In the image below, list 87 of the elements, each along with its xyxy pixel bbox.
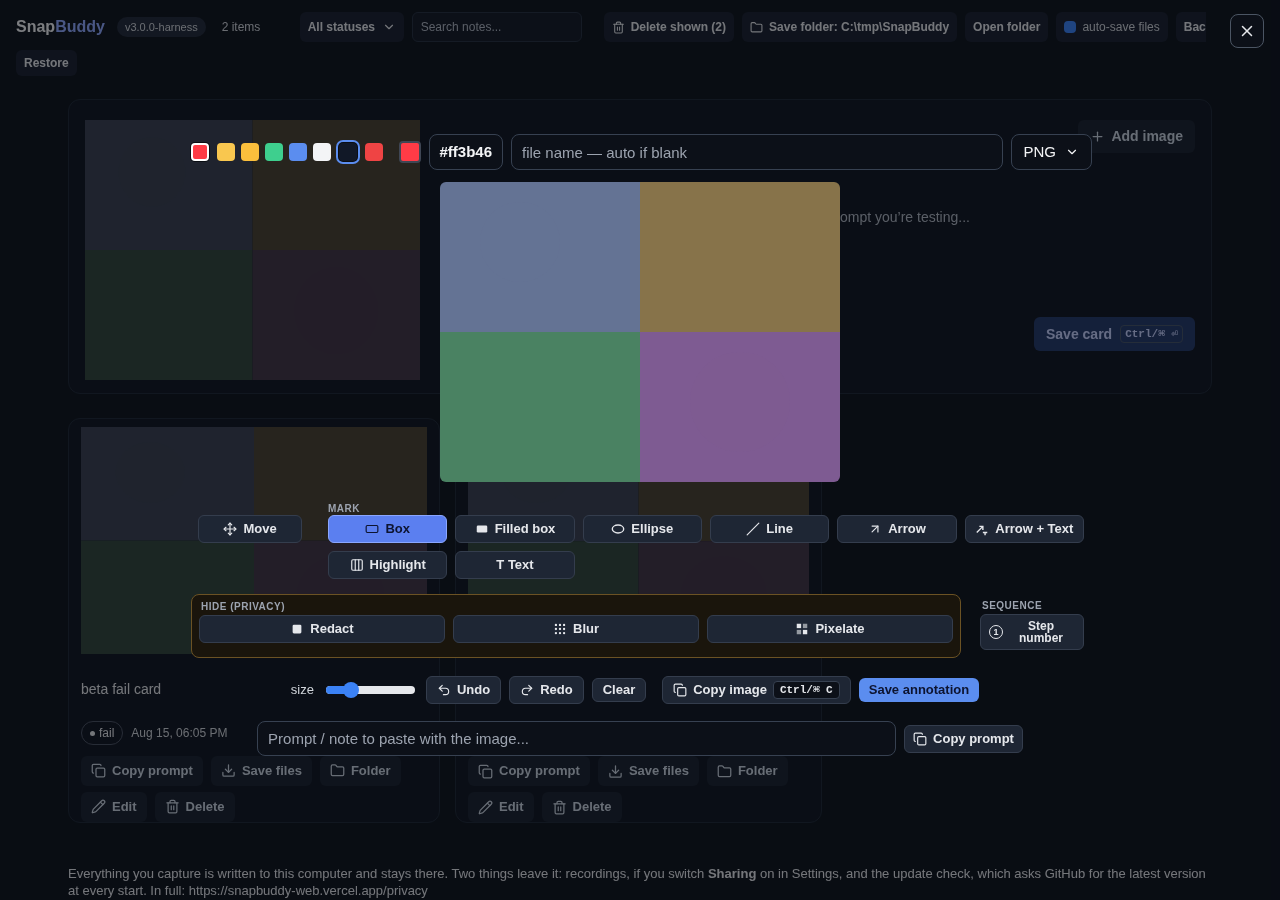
pencil-icon: [91, 799, 106, 815]
color-swatch[interactable]: [338, 143, 357, 161]
delete-shown-button[interactable]: Delete shown (2): [603, 12, 735, 42]
redo-button[interactable]: Redo: [509, 676, 584, 704]
file-name-field[interactable]: file name — auto if blank: [511, 134, 1003, 170]
close-button[interactable]: [1230, 14, 1264, 48]
add-image-button[interactable]: Add image: [1078, 120, 1195, 153]
tool-button[interactable]: Arrow: [837, 515, 957, 543]
pencil-icon: [478, 799, 493, 815]
undo-button[interactable]: Undo: [425, 676, 502, 704]
tool-button[interactable]: Line: [710, 515, 830, 543]
checkbox[interactable]: [1064, 21, 1077, 33]
tool-button[interactable]: Redact: [199, 615, 445, 643]
copy-image-button[interactable]: Copy image Ctrl/⌘ C: [662, 676, 851, 704]
current-color-swatch[interactable]: [398, 141, 421, 163]
trash-icon: [611, 20, 625, 34]
tool-button[interactable]: Filled box: [455, 515, 575, 543]
card-action-button[interactable]: Save files: [210, 756, 312, 786]
columns-icon: [349, 558, 364, 572]
folder-icon: [716, 763, 732, 779]
plus-icon: [1090, 129, 1106, 144]
section-heading: HIDE (PRIVACY): [201, 600, 287, 613]
copy-icon: [91, 763, 106, 779]
size-label: size: [290, 681, 314, 700]
version-badge: v3.0.0-harness: [116, 17, 206, 37]
step-number-button[interactable]: 1 Step number: [980, 614, 1084, 650]
download-icon: [607, 763, 623, 779]
card-date: Aug 15, 06:05 PM: [131, 725, 228, 743]
hex-field[interactable]: #ff3b46: [428, 134, 504, 170]
search-field[interactable]: Search notes...: [411, 12, 582, 42]
card-action-button[interactable]: Copy prompt: [468, 756, 590, 786]
status-filter[interactable]: All statuses: [299, 12, 404, 42]
tool-button[interactable]: Blur: [453, 615, 699, 643]
privacy-link[interactable]: https://snapbuddy-web.vercel.app/privacy: [188, 883, 428, 898]
save-folder-button[interactable]: Save folder: C:\tmp\SnapBuddy: [742, 12, 958, 42]
clear-button[interactable]: Clear: [591, 678, 647, 702]
shortcut-key: Ctrl/⌘ C: [772, 680, 840, 700]
section-heading: MARK: [328, 502, 361, 515]
tool-button[interactable]: Highlight: [328, 551, 448, 579]
folder-icon: [329, 763, 345, 779]
card-action-button[interactable]: Copy prompt: [81, 756, 203, 786]
undo-icon: [436, 683, 451, 697]
save-annotation-button[interactable]: Save annotation: [858, 678, 980, 702]
card-action-button[interactable]: Edit: [468, 792, 534, 822]
redo-icon: [520, 683, 535, 697]
pixel-squares-icon: [795, 622, 810, 636]
folder-icon: [750, 20, 764, 34]
prompt-field[interactable]: Prompt / note to paste with the image...: [257, 721, 897, 756]
section-heading: SEQUENCE: [982, 599, 1044, 612]
shortcut-key: Ctrl/⌘ ⏎: [1120, 324, 1183, 344]
tool-button[interactable]: Box: [328, 515, 448, 543]
tool-button[interactable]: T Text: [455, 551, 575, 579]
card-action-button[interactable]: Save files: [597, 756, 699, 786]
card-action-button[interactable]: Folder: [706, 756, 788, 786]
card-action-button[interactable]: Delete: [154, 792, 235, 822]
auto-save-toggle[interactable]: auto-save files: [1056, 12, 1168, 42]
trash-icon: [164, 799, 180, 815]
format-select[interactable]: PNG: [1010, 134, 1092, 170]
tool-button[interactable]: Pixelate: [707, 615, 953, 643]
privacy-notice: Everything you capture is written to this computer and stays there. Two things leave it: recordings, if you switch Sharing on in Settings, and the update check, which asks GitHub for the latest version at every start. In full: https://snapbuddy-web.vercel.app/privacy: [68, 865, 1207, 899]
download-icon: [220, 763, 236, 779]
rectangle-icon: [365, 522, 380, 536]
tool-button[interactable]: Ellipse: [582, 515, 702, 543]
backup-button[interactable]: Bac: [1175, 12, 1206, 42]
save-card-button[interactable]: Save card Ctrl/⌘ ⏎: [1033, 317, 1195, 351]
tool-button[interactable]: Arrow + Text: [964, 515, 1084, 543]
prompt-field[interactable]: ompt you’re testing...: [840, 207, 1020, 228]
copy-icon: [673, 683, 688, 697]
color-swatch[interactable]: [190, 143, 209, 161]
copy-icon: [913, 731, 928, 746]
trash-icon: [551, 799, 567, 815]
app-logo: SnapBuddy: [16, 17, 105, 37]
move-icon: [223, 522, 238, 536]
line-icon: [746, 522, 761, 536]
tool-button[interactable]: Move: [198, 515, 302, 543]
card-action-button[interactable]: Folder: [319, 756, 401, 786]
item-count: 2 items: [221, 19, 262, 36]
copy-prompt-button[interactable]: Copy prompt: [904, 724, 1023, 753]
card-action-button[interactable]: Edit: [81, 792, 147, 822]
dots-grid-icon: [553, 622, 567, 636]
restore-button[interactable]: Restore: [16, 50, 77, 76]
size-slider[interactable]: [325, 682, 415, 698]
card-title: beta fail card: [81, 680, 162, 700]
open-folder-button[interactable]: Open folder: [965, 12, 1049, 42]
copy-icon: [478, 763, 493, 779]
ellipse-icon: [611, 522, 626, 536]
card-action-button[interactable]: Delete: [541, 792, 622, 822]
